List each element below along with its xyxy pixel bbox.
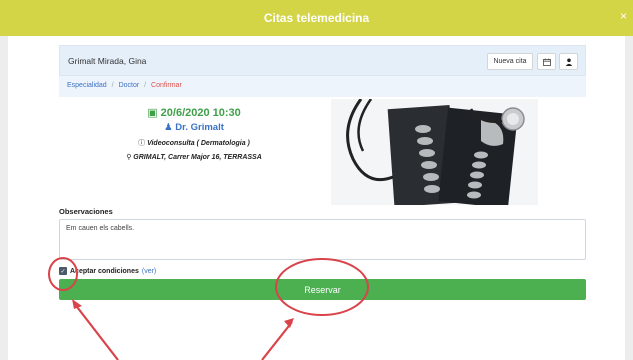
arrowhead-right — [284, 318, 294, 328]
appointment-datetime: ▣ 20/6/2020 10:30 — [59, 106, 329, 119]
left-backdrop — [0, 0, 8, 360]
xray-stethoscope-image — [331, 99, 538, 205]
calendar-button[interactable] — [537, 53, 556, 70]
xray-illustration — [331, 99, 538, 205]
appointment-info: ▣ 20/6/2020 10:30 ♟ Dr. Grimalt ⓘ Videoc… — [59, 106, 329, 161]
info-icon: ⓘ — [138, 140, 146, 147]
arrowhead-left — [72, 299, 82, 309]
calendar-icon: ▣ — [147, 107, 158, 119]
accept-terms-label: Aceptar condiciones — [70, 267, 139, 275]
arrow-line-left — [73, 302, 119, 360]
doctor-text: Dr. Grimalt — [175, 122, 224, 133]
calendar-icon — [542, 58, 551, 66]
reserve-button[interactable]: Reservar — [59, 279, 586, 300]
consult-text: Videoconsulta ( Dermatologia ) — [147, 140, 250, 147]
modal-title: Citas telemedicina — [263, 11, 370, 25]
address-text: GRIMALT, Carrer Major 16, TERRASSA — [133, 154, 262, 161]
observations-label: Observaciones — [59, 207, 113, 216]
modal-header: Citas telemedicina × — [0, 0, 633, 36]
breadcrumb-doctor[interactable]: Doctor — [119, 82, 140, 89]
terms-row: ✓ Aceptar condiciones (ver) — [59, 267, 156, 275]
arrow-line-right — [261, 321, 293, 360]
breadcrumb-separator: / — [144, 82, 147, 89]
user-icon — [565, 58, 572, 66]
doctor-name: ♟ Dr. Grimalt — [59, 122, 329, 133]
close-icon[interactable]: × — [620, 9, 627, 23]
user-icon: ♟ — [164, 122, 173, 133]
patient-name: Grimalt Mirada, Gina — [68, 56, 147, 66]
accept-terms-checkbox[interactable]: ✓ — [59, 267, 67, 275]
breadcrumb-confirm: Confirmar — [151, 82, 182, 89]
breadcrumb-separator: / — [111, 82, 114, 89]
observations-textarea[interactable]: Em cauen els cabells. — [59, 219, 586, 260]
breadcrumb: Especialidad / Doctor / Confirmar — [59, 76, 586, 97]
terms-view-link[interactable]: (ver) — [142, 268, 156, 275]
right-backdrop — [625, 0, 633, 360]
patient-bar: Grimalt Mirada, Gina Nueva cita — [59, 45, 586, 76]
user-button[interactable] — [559, 53, 578, 70]
datetime-text: 20/6/2020 10:30 — [160, 107, 241, 119]
breadcrumb-specialty[interactable]: Especialidad — [67, 82, 107, 89]
map-pin-icon: ⚲ — [126, 154, 132, 161]
address: ⚲ GRIMALT, Carrer Major 16, TERRASSA — [59, 153, 329, 161]
consult-type: ⓘ Videoconsulta ( Dermatologia ) — [59, 138, 329, 148]
new-appointment-button[interactable]: Nueva cita — [487, 53, 533, 70]
